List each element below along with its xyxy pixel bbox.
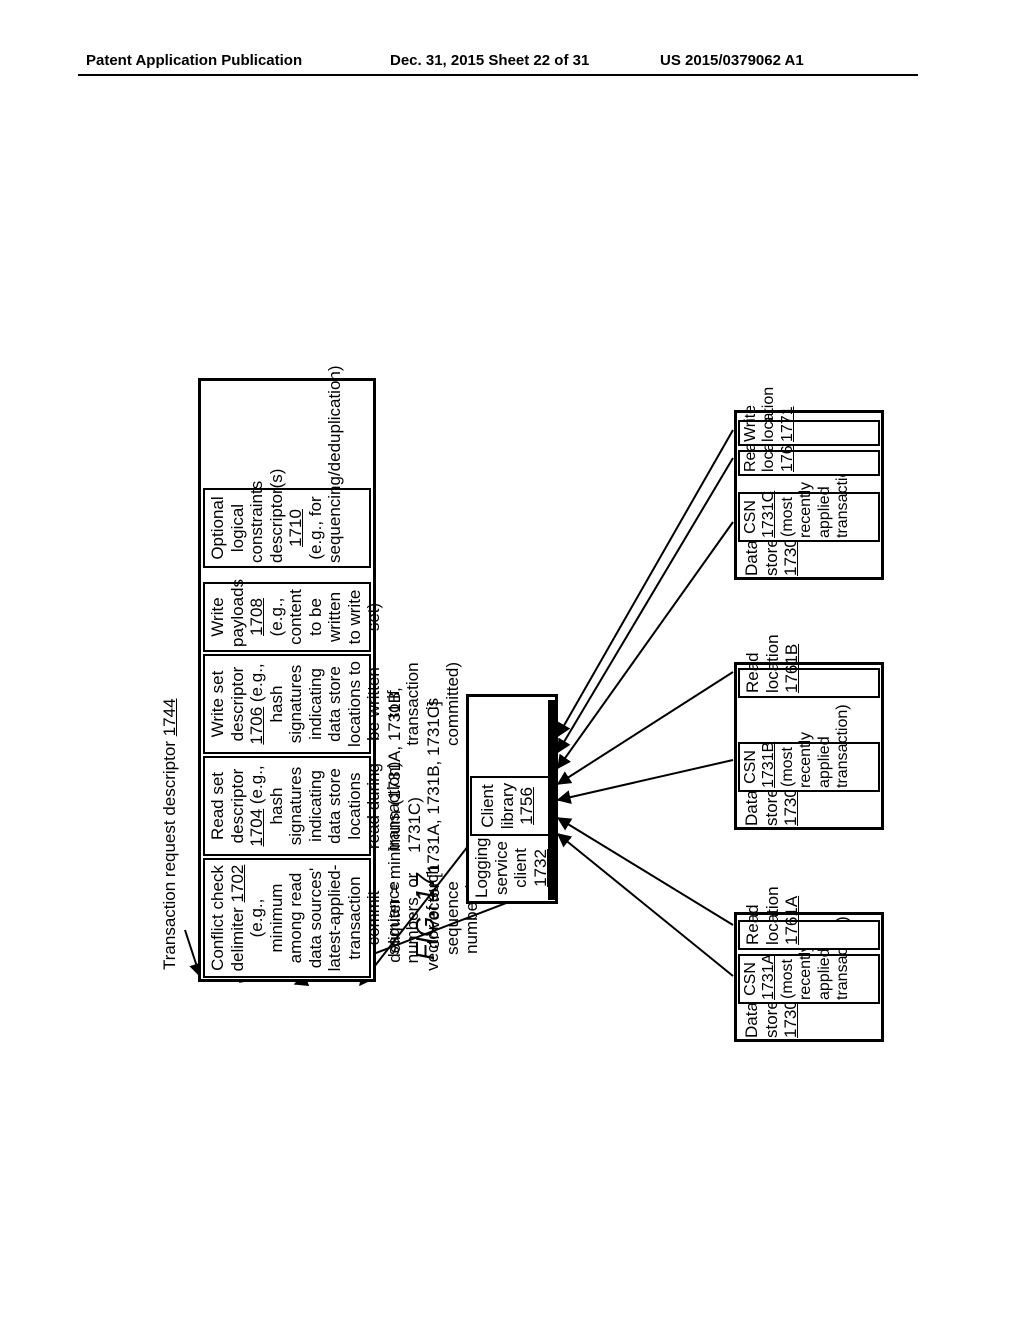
readset-box: Read set descriptor 1704 (e.g., hash sig… — [203, 756, 371, 856]
diagram-area: Transaction request descriptor 1744 Conf… — [130, 180, 890, 1080]
descriptor-title: Transaction request descriptor 1744 — [160, 650, 180, 970]
data-store-b-label: Data store 1730B — [738, 796, 880, 826]
data-store-a-label: Data store 1730A — [738, 1008, 880, 1038]
payload-box: Write payloads 1708 (e.g., content to be… — [203, 582, 371, 652]
header-rule — [78, 74, 918, 76]
read-b-box: Read location 1761B — [738, 668, 880, 698]
client-library-box: Client library 1756 — [470, 776, 554, 836]
header-left: Patent Application Publication — [86, 52, 302, 69]
figure-caption: FIG. 17 — [410, 873, 441, 960]
logging-client-label: Logging service client 1732 — [470, 838, 554, 898]
data-store-c-label: Data store 1730C — [738, 546, 880, 576]
read-c-box: Read location 1761C — [738, 450, 880, 476]
csn-a-box: CSN 1731A (most recently applied transac… — [738, 954, 880, 1004]
logical-box: Optional logical constraints descriptor(… — [203, 488, 371, 568]
csn-b-box: CSN 1731B (most recently applied transac… — [738, 742, 880, 792]
header-right: US 2015/0379062 A1 — [660, 52, 804, 69]
client-library-edge — [548, 700, 556, 900]
write-c-box: Write location 1771 — [738, 420, 880, 446]
read-a-box: Read location 1761A — [738, 920, 880, 950]
header-center: Dec. 31, 2015 Sheet 22 of 31 — [390, 52, 589, 69]
csn-c-box: CSN 1731C (most recently applied transac… — [738, 492, 880, 542]
writeset-box: Write set descriptor 1706 (e.g., hash si… — [203, 654, 371, 754]
conflict-check-box: Conflict check delimiter 1702 (e.g., min… — [203, 858, 371, 978]
